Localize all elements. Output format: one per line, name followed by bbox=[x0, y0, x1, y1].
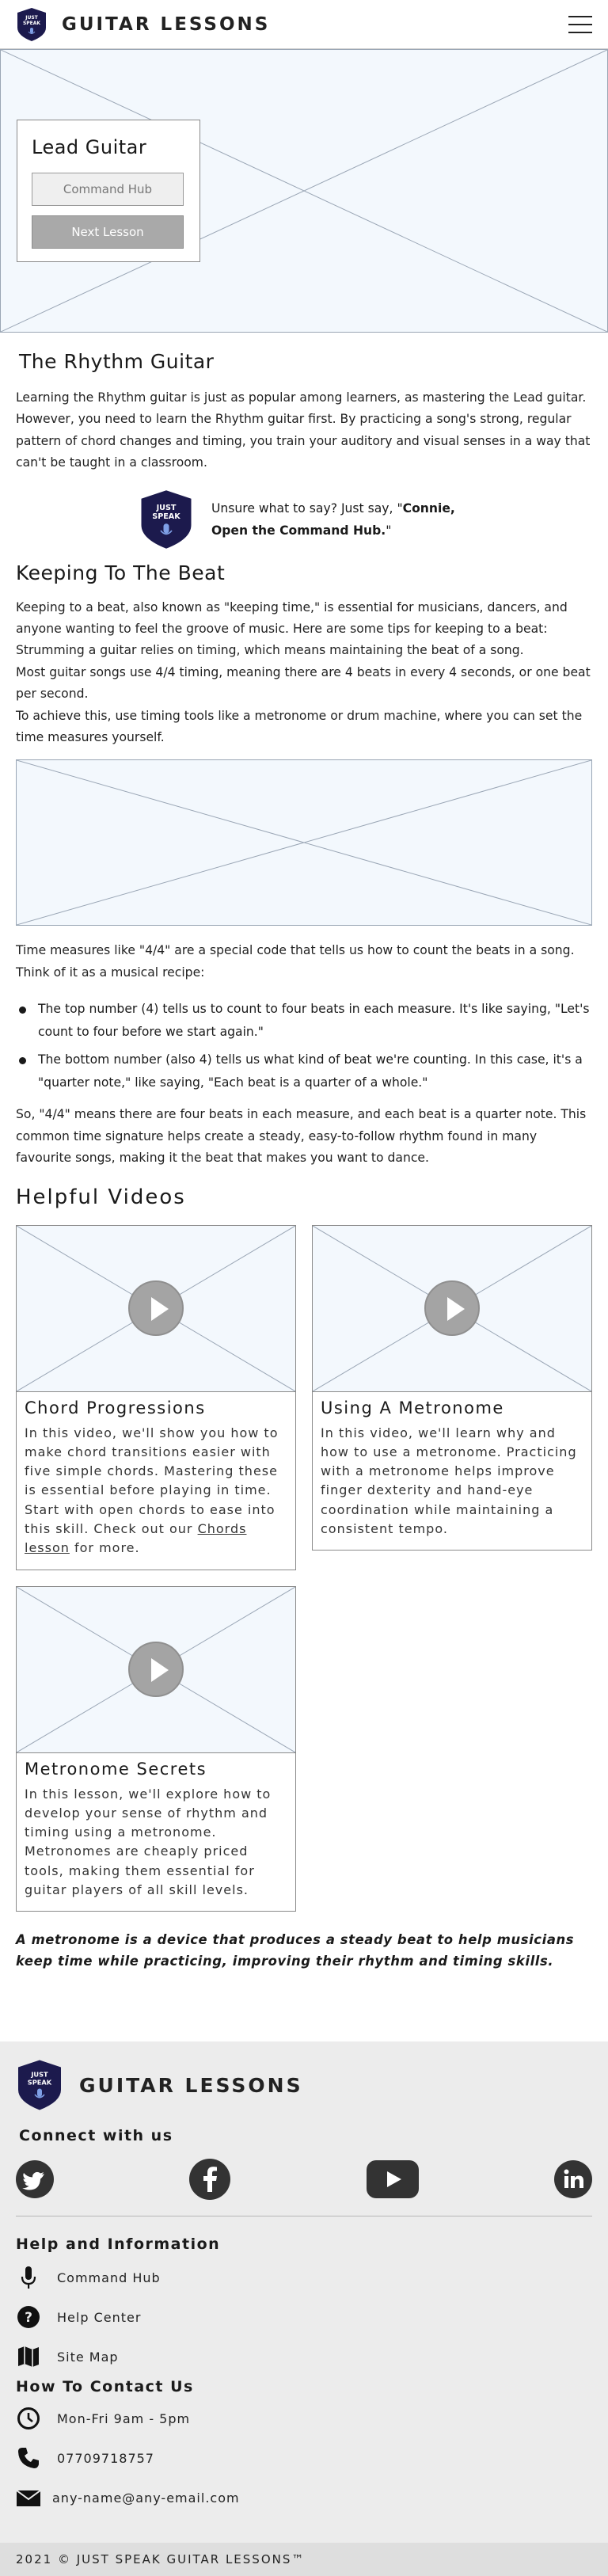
site-title: GUITAR LESSONS bbox=[62, 13, 271, 35]
hero-banner: Lead Guitar Command Hub Next Lesson bbox=[0, 49, 608, 333]
play-icon[interactable] bbox=[128, 1280, 184, 1336]
video-card: Chord Progressions In this video, we'll … bbox=[16, 1224, 296, 1570]
video-description: In this video, we'll show you how to mak… bbox=[25, 1425, 279, 1556]
connect-heading: Connect with us bbox=[19, 2127, 173, 2144]
facebook-icon[interactable] bbox=[189, 2159, 231, 2200]
rhythm-paragraph: Learning the Rhythm guitar is just as po… bbox=[16, 390, 591, 470]
help-heading: Help and Information bbox=[16, 2235, 221, 2253]
copyright: 2021 © JUST SPEAK GUITAR LESSONS™ bbox=[0, 2543, 608, 2576]
list-item: The top number (4) tells us to count to … bbox=[16, 998, 592, 1044]
hamburger-menu-icon[interactable] bbox=[568, 13, 592, 36]
play-icon[interactable] bbox=[424, 1280, 480, 1336]
video-title: Chord Progressions bbox=[25, 1398, 206, 1417]
linkedin-icon[interactable] bbox=[553, 2160, 592, 2198]
time-measure-paragraph: Time measures like "4/4" are a special c… bbox=[16, 943, 575, 980]
youtube-icon[interactable] bbox=[366, 2160, 419, 2198]
footer-title: GUITAR LESSONS bbox=[79, 2073, 303, 2097]
video-title: Using A Metronome bbox=[321, 1398, 504, 1417]
video-thumbnail bbox=[17, 1225, 295, 1392]
site-footer: JUST SPEAK GUITAR LESSONS Connect with u… bbox=[0, 2041, 608, 2576]
rhythm-heading: The Rhythm Guitar bbox=[19, 350, 215, 373]
recipe-list: The top number (4) tells us to count to … bbox=[16, 998, 592, 1094]
main-content: The Rhythm Guitar Learning the Rhythm gu… bbox=[0, 350, 608, 1972]
map-icon bbox=[16, 2345, 41, 2369]
contact-email[interactable]: any-name@any-email.com bbox=[0, 2478, 608, 2517]
clock-icon bbox=[16, 2407, 41, 2430]
beat-timing: Most guitar songs use 4/4 timing, meanin… bbox=[16, 664, 591, 702]
video-description: In this lesson, we'll explore how to dev… bbox=[25, 1786, 272, 1898]
video-card: Metronome Secrets In this lesson, we'll … bbox=[16, 1585, 296, 1912]
contact-heading: How To Contact Us bbox=[16, 2378, 194, 2395]
command-hub-button[interactable]: Command Hub bbox=[32, 173, 184, 206]
twitter-icon[interactable] bbox=[16, 2160, 54, 2198]
svg-text:JUST: JUST bbox=[30, 2071, 48, 2079]
svg-text:SPEAK: SPEAK bbox=[152, 512, 180, 521]
phone-icon bbox=[16, 2446, 41, 2470]
beat-intro: Keeping to a beat, also known as "keepin… bbox=[16, 599, 568, 637]
footer-link-command-hub[interactable]: Command Hub bbox=[0, 2258, 608, 2297]
beat-tools: To achieve this, use timing tools like a… bbox=[16, 708, 583, 745]
footer-link-site-map[interactable]: Site Map bbox=[0, 2337, 608, 2376]
videos-heading: Helpful Videos bbox=[16, 1185, 186, 1209]
question-icon: ? bbox=[16, 2305, 41, 2329]
just-speak-logo: JUST SPEAK bbox=[139, 489, 194, 550]
svg-text:JUST: JUST bbox=[25, 15, 38, 21]
svg-text:?: ? bbox=[25, 2310, 32, 2326]
email-icon bbox=[16, 2487, 41, 2508]
video-description: In this video, we'll learn why and how t… bbox=[321, 1425, 577, 1536]
list-item: The bottom number (also 4) tells us what… bbox=[16, 1048, 592, 1094]
page: JUST SPEAK GUITAR LESSONS Lead Guitar Co… bbox=[0, 0, 608, 2576]
just-speak-logo[interactable]: JUST SPEAK bbox=[16, 7, 48, 42]
svg-text:JUST: JUST bbox=[156, 503, 177, 512]
video-title: Metronome Secrets bbox=[25, 1759, 207, 1779]
next-lesson-button[interactable]: Next Lesson bbox=[32, 215, 184, 249]
footer-link-help-center[interactable]: ? Help Center bbox=[0, 2297, 608, 2337]
site-header: JUST SPEAK GUITAR LESSONS bbox=[0, 0, 608, 49]
video-cards: Chord Progressions In this video, we'll … bbox=[16, 1224, 592, 1912]
beat-heading: Keeping To The Beat bbox=[16, 561, 226, 584]
image-placeholder bbox=[16, 759, 592, 927]
voice-tip-text: Unsure what to say? Just say, "Connie, O… bbox=[211, 500, 455, 538]
svg-text:SPEAK: SPEAK bbox=[28, 2078, 52, 2086]
microphone-icon bbox=[16, 2266, 41, 2289]
social-links bbox=[0, 2159, 608, 2200]
video-thumbnail bbox=[313, 1225, 591, 1392]
metronome-definition: A metronome is a device that produces a … bbox=[16, 1932, 575, 1969]
play-icon[interactable] bbox=[128, 1642, 184, 1698]
time-signature-paragraph: So, "4/4" means there are four beats in … bbox=[16, 1107, 587, 1166]
svg-text:SPEAK: SPEAK bbox=[23, 21, 40, 26]
hero-card: Lead Guitar Command Hub Next Lesson bbox=[17, 120, 200, 262]
video-thumbnail bbox=[17, 1586, 295, 1753]
contact-phone[interactable]: 07709718757 bbox=[0, 2438, 608, 2478]
just-speak-logo[interactable]: JUST SPEAK bbox=[16, 2057, 63, 2113]
hero-card-title: Lead Guitar bbox=[32, 136, 147, 158]
video-card: Using A Metronome In this video, we'll l… bbox=[312, 1224, 592, 1551]
beat-strumming: Strumming a guitar relies on timing, whi… bbox=[16, 643, 524, 658]
contact-hours: Mon-Fri 9am - 5pm bbox=[0, 2399, 608, 2438]
voice-tip: JUST SPEAK Unsure what to say? Just say,… bbox=[139, 489, 592, 550]
